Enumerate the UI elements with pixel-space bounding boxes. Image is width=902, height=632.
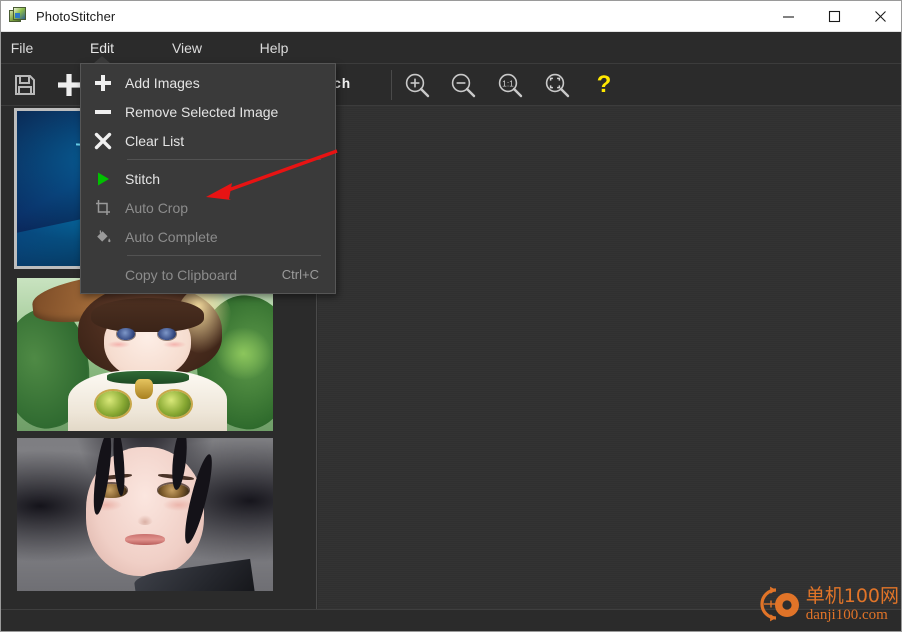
paint-bucket-icon bbox=[81, 228, 125, 246]
menu-help[interactable]: Help bbox=[252, 32, 296, 64]
help-button[interactable]: ? bbox=[584, 64, 624, 105]
menu-file[interactable]: File bbox=[1, 32, 43, 64]
menu-item-copy-to-clipboard[interactable]: Copy to Clipboard Ctrl+C bbox=[81, 260, 335, 289]
menu-item-clear-list[interactable]: Clear List bbox=[81, 126, 335, 155]
menu-item-label: Remove Selected Image bbox=[125, 103, 279, 120]
watermark: 单机100网 danji100.com bbox=[752, 583, 899, 627]
menu-bar: File Edit View Help bbox=[1, 32, 901, 64]
minus-icon bbox=[81, 103, 125, 121]
cross-icon bbox=[81, 132, 125, 150]
maximize-icon bbox=[828, 10, 840, 22]
save-icon bbox=[15, 74, 35, 95]
menu-item-label: Add Images bbox=[125, 74, 200, 91]
stitch-canvas[interactable] bbox=[318, 106, 901, 611]
toolbar-separator-2 bbox=[391, 70, 392, 100]
zoom-out-button[interactable] bbox=[443, 64, 483, 105]
close-button[interactable] bbox=[857, 1, 901, 32]
photostitcher-window: PhotoStitcher File Edit View Help 1:1 ? … bbox=[0, 0, 902, 632]
plus-icon bbox=[58, 73, 80, 96]
play-triangle-icon bbox=[81, 171, 125, 187]
window-title: PhotoStitcher bbox=[36, 8, 116, 24]
zoom-actual-size-icon: 1:1 bbox=[498, 73, 523, 97]
zoom-fit-button[interactable] bbox=[537, 64, 577, 105]
thumbnail-item-3[interactable] bbox=[17, 438, 273, 591]
menu-item-label: Stitch bbox=[125, 170, 161, 187]
menu-item-auto-complete[interactable]: Auto Complete bbox=[81, 222, 335, 251]
menu-item-label: Auto Crop bbox=[125, 199, 189, 216]
title-bar: PhotoStitcher bbox=[1, 1, 901, 32]
menu-separator-1 bbox=[127, 159, 321, 160]
svg-text:1:1: 1:1 bbox=[502, 78, 514, 88]
zoom-out-icon bbox=[451, 73, 476, 97]
minimize-button[interactable] bbox=[765, 1, 811, 32]
thumbnail-image-anime-forest bbox=[17, 278, 273, 431]
zoom-in-icon bbox=[405, 73, 430, 97]
menu-open-caret bbox=[94, 56, 110, 63]
plus-icon bbox=[81, 74, 125, 92]
thumbnail-image-anime-rain bbox=[17, 438, 273, 591]
menu-view[interactable]: View bbox=[165, 32, 209, 64]
menu-item-shortcut: Ctrl+C bbox=[281, 267, 319, 282]
menu-item-auto-crop[interactable]: Auto Crop bbox=[81, 193, 335, 222]
menu-item-stitch[interactable]: Stitch bbox=[81, 164, 335, 193]
watermark-chinese: 单机100网 bbox=[805, 585, 899, 607]
menu-item-remove-selected-image[interactable]: Remove Selected Image bbox=[81, 97, 335, 126]
circular-arrow-dot-logo bbox=[752, 583, 804, 627]
window-controls bbox=[765, 1, 901, 32]
edit-dropdown-menu[interactable]: Add Images Remove Selected Image Clear L… bbox=[80, 63, 336, 294]
zoom-actual-size-button[interactable]: 1:1 bbox=[490, 64, 530, 105]
close-icon bbox=[874, 10, 886, 22]
zoom-fit-icon bbox=[545, 73, 570, 97]
stacked-photos-icon bbox=[9, 7, 27, 25]
save-button[interactable] bbox=[5, 64, 45, 105]
menu-item-add-images[interactable]: Add Images bbox=[81, 68, 335, 97]
maximize-button[interactable] bbox=[811, 1, 857, 32]
zoom-in-button[interactable] bbox=[397, 64, 437, 105]
minimize-icon bbox=[782, 15, 794, 18]
menu-item-label: Copy to Clipboard bbox=[125, 266, 238, 283]
watermark-domain: danji100.com bbox=[805, 607, 888, 623]
menu-separator-2 bbox=[127, 255, 321, 256]
menu-item-label: Auto Complete bbox=[125, 228, 218, 245]
menu-item-label: Clear List bbox=[125, 132, 185, 149]
crop-icon bbox=[81, 199, 125, 217]
thumbnail-item-2[interactable] bbox=[17, 278, 273, 431]
